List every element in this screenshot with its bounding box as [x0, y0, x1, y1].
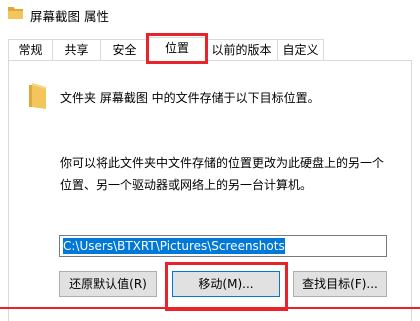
window-title: 屏幕截图 属性	[30, 9, 109, 24]
tab-location[interactable]: 位置	[148, 37, 206, 62]
tab-bar: 常规 共享 安全 位置 以前的版本 自定义	[0, 37, 420, 62]
properties-window: 屏幕截图 属性 常规 共享 安全 位置 以前的版本 自定义 文件夹 屏幕截图 中…	[0, 0, 420, 321]
tab-customize[interactable]: 自定义	[277, 39, 324, 60]
tab-sharing[interactable]: 共享	[52, 39, 101, 60]
info-line: 你可以将此文件夹中文件存储的位置更改为此硬盘上的另一个	[60, 156, 385, 170]
title-bar: 屏幕截图 属性	[0, 0, 420, 30]
move-button[interactable]: 移动(M)...	[172, 271, 280, 297]
tab-security[interactable]: 安全	[100, 39, 149, 60]
path-value: C:\Users\BTXRT\Pictures\Screenshots	[63, 238, 285, 254]
info-line: 位置、另一个驱动器或网络上的另一台计算机。	[60, 178, 313, 192]
tab-general[interactable]: 常规	[8, 39, 53, 60]
restore-default-button[interactable]: 还原默认值(R)	[59, 271, 157, 297]
tab-previous-versions[interactable]: 以前的版本	[205, 39, 278, 60]
path-input[interactable]: C:\Users\BTXRT\Pictures\Screenshots	[59, 235, 387, 257]
folder-icon	[8, 7, 23, 19]
location-info: 你可以将此文件夹中文件存储的位置更改为此硬盘上的另一个 位置、另一个驱动器或网络…	[60, 152, 410, 196]
folder-icon	[29, 83, 46, 109]
find-target-button[interactable]: 查找目标(F)...	[293, 271, 387, 297]
location-description: 文件夹 屏幕截图 中的文件存储于以下目标位置。	[60, 91, 320, 105]
